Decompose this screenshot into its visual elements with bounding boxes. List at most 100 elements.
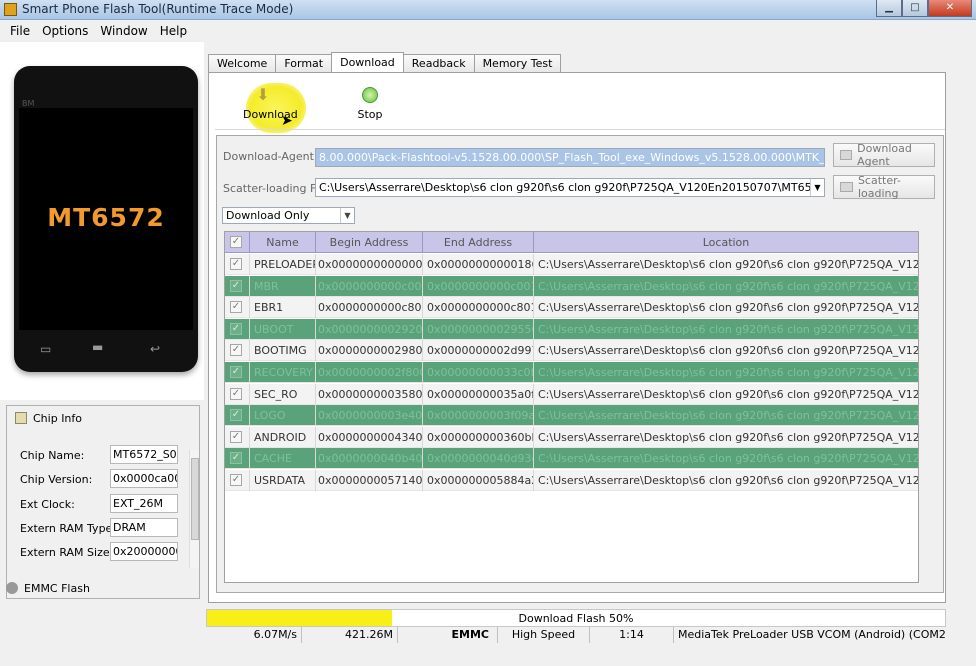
chip-row-value[interactable]: 0x20000000 [110, 542, 178, 561]
folder-icon [840, 182, 853, 192]
cell-begin: 0x0000000002f80000 [316, 362, 423, 383]
header-location: Location [702, 236, 750, 249]
chip-row-value[interactable]: EXT_26M [110, 494, 178, 513]
menu-key-icon: ▭ [40, 342, 52, 356]
row-checkbox[interactable]: ✓ [230, 258, 242, 270]
cell-end: 0x0000000003f09ae3 [423, 405, 534, 427]
scrollbar-thumb[interactable] [191, 458, 199, 540]
download-button[interactable]: ⬇ Download [243, 85, 298, 122]
row-checkbox[interactable]: ✓ [230, 387, 242, 400]
download-agent-button[interactable]: Download Agent [833, 142, 935, 168]
tab-welcome[interactable]: Welcome [208, 54, 277, 73]
header-end-address: End Address [423, 232, 534, 253]
tab-readback[interactable]: Readback [402, 54, 475, 73]
table-header: ✓ Name Begin Address End Address Locatio… [225, 232, 918, 253]
title-bar: Smart Phone Flash Tool(Runtime Trace Mod… [0, 0, 976, 20]
table-row[interactable]: ✓ PRELOADER0x00000000000000000x0000000000… [225, 254, 918, 275]
chip-row-label: Extern RAM Type: [20, 522, 117, 535]
download-arrow-icon: ⬇ [256, 85, 270, 104]
download-mode-value: Download Only [226, 209, 310, 222]
cell-end: 0x00000000000186b3 [423, 254, 534, 275]
chip-row-value[interactable]: MT6572_S00 [110, 445, 178, 464]
cell-end: 0x0000000002d997ff [423, 340, 534, 362]
cell-location: C:\Users\Asserrare\Desktop\s6 clon g920f… [538, 279, 918, 293]
menu-help[interactable]: Help [154, 24, 193, 38]
tab-memory-test[interactable]: Memory Test [473, 54, 562, 73]
maximize-icon[interactable]: □ [902, 0, 928, 17]
tab-download[interactable]: Download [331, 52, 404, 72]
menu-options[interactable]: Options [36, 24, 94, 38]
row-checkbox[interactable]: ✓ [230, 366, 242, 378]
cell-end: 0x000000005884a237 [423, 470, 534, 491]
status-usb-speed: High Speed [498, 627, 590, 643]
cell-location: C:\Users\Asserrare\Desktop\s6 clon g920f… [538, 366, 918, 379]
table-row[interactable]: ✓ ANDROID0x00000000043400000x000000000360… [225, 426, 918, 448]
table-row[interactable]: ✓ USRDATA0x00000000571400000x000000005884… [225, 470, 918, 491]
cell-location: C:\Users\Asserrare\Desktop\s6 clon g920f… [538, 474, 918, 487]
row-checkbox-cell: ✓ [225, 318, 250, 340]
cell-begin: 0x0000000000000000 [316, 254, 423, 275]
chip-row-value[interactable]: 0x0000ca00 [110, 469, 178, 488]
cell-begin: 0x0000000000c80000 [316, 297, 423, 319]
row-checkbox[interactable]: ✓ [230, 322, 242, 335]
download-agent-button-label: Download Agent [857, 142, 912, 168]
chip-info-icon [15, 412, 27, 424]
row-checkbox-cell: ✓ [225, 426, 250, 448]
chip-row-value[interactable]: DRAM [110, 518, 178, 537]
chevron-down-icon[interactable]: ▼ [340, 208, 354, 223]
menu-file[interactable]: File [4, 24, 36, 38]
chip-info-header: Chip Info [7, 406, 199, 430]
cell-begin: 0x0000000002980000 [316, 340, 423, 362]
row-checkbox[interactable]: ✓ [230, 279, 242, 292]
row-checkbox-cell: ✓ [225, 297, 250, 319]
menu-window[interactable]: Window [94, 24, 153, 38]
table-row[interactable]: ✓ BOOTIMG0x00000000029800000x0000000002d9… [225, 340, 918, 362]
row-checkbox-cell: ✓ [225, 362, 250, 383]
row-checkbox-cell: ✓ [225, 448, 250, 470]
scatter-file-path-text: C:\Users\Asserrare\Desktop\s6 clon g920f… [319, 181, 824, 194]
menu-bar: File Options Window Help [0, 20, 976, 42]
mouse-cursor-icon: ➤ [281, 113, 293, 129]
app-icon [4, 3, 17, 16]
download-agent-label: Download-Agent [223, 150, 314, 163]
minimize-icon[interactable]: ▁ [876, 0, 902, 17]
table-row[interactable]: ✓ RECOVERY0x0000000002f800000x00000000033… [225, 362, 918, 383]
row-checkbox[interactable]: ✓ [230, 474, 242, 486]
emmc-flash-section: EMMC Flash [6, 578, 90, 598]
row-checkbox[interactable]: ✓ [230, 301, 242, 314]
chip-info-scrollbar[interactable] [189, 450, 199, 568]
chip-info-title: Chip Info [33, 411, 83, 425]
chip-row: Ext Clock: EXT_26M [20, 494, 190, 514]
row-checkbox[interactable]: ✓ [230, 409, 242, 422]
cell-end: 0x0000000000c801ff [423, 297, 534, 319]
row-checkbox[interactable]: ✓ [230, 452, 242, 465]
cell-name: BOOTIMG [250, 340, 316, 362]
scatter-loading-button[interactable]: Scatter-loading [833, 174, 935, 200]
row-checkbox[interactable]: ✓ [230, 344, 242, 357]
gear-icon [6, 582, 18, 594]
cell-name: RECOVERY [250, 362, 316, 383]
tab-format[interactable]: Format [275, 54, 333, 73]
table-row[interactable]: ✓ LOGO0x0000000003e400000x0000000003f09ae… [225, 405, 918, 427]
scatter-file-path-field[interactable]: C:\Users\Asserrare\Desktop\s6 clon g920f… [315, 178, 825, 197]
cell-name: UBOOT [250, 318, 316, 340]
stop-button[interactable]: Stop [355, 86, 385, 121]
home-key-icon: ▬ [92, 340, 104, 354]
download-mode-select[interactable]: Download Only ▼ [222, 207, 355, 224]
row-checkbox[interactable]: ✓ [230, 430, 242, 443]
chevron-down-icon[interactable]: ▼ [810, 179, 824, 196]
download-agent-path-field[interactable]: 8.00.000\Pack-Flashtool-v5.1528.00.000\S… [315, 148, 825, 167]
cell-location: C:\Users\Asserrare\Desktop\s6 clon g920f… [538, 344, 918, 358]
cell-location: C:\Users\Asserrare\Desktop\s6 clon g920f… [538, 430, 918, 444]
table-row[interactable]: ✓ UBOOT0x00000000029200000x00000000029550… [225, 318, 918, 340]
phone-keys: ▭ ▬ ↩ [14, 338, 198, 358]
table-row[interactable]: ✓ MBR0x0000000000c000000x0000000000c001ff… [225, 275, 918, 297]
close-icon[interactable]: ✕ [928, 0, 972, 17]
table-row[interactable]: ✓ EBR10x0000000000c800000x0000000000c801f… [225, 297, 918, 319]
phone-screen: MT6572 [19, 108, 193, 330]
header-checkbox[interactable]: ✓ [225, 232, 250, 253]
header-name: Name [250, 232, 316, 253]
table-row[interactable]: ✓ SEC_RO0x00000000035800000x00000000035a0… [225, 383, 918, 405]
table-row[interactable]: ✓ CACHE0x0000000040b400000x0000000040d93e… [225, 448, 918, 470]
download-toolbar: ⬇ Download Stop [215, 80, 945, 130]
